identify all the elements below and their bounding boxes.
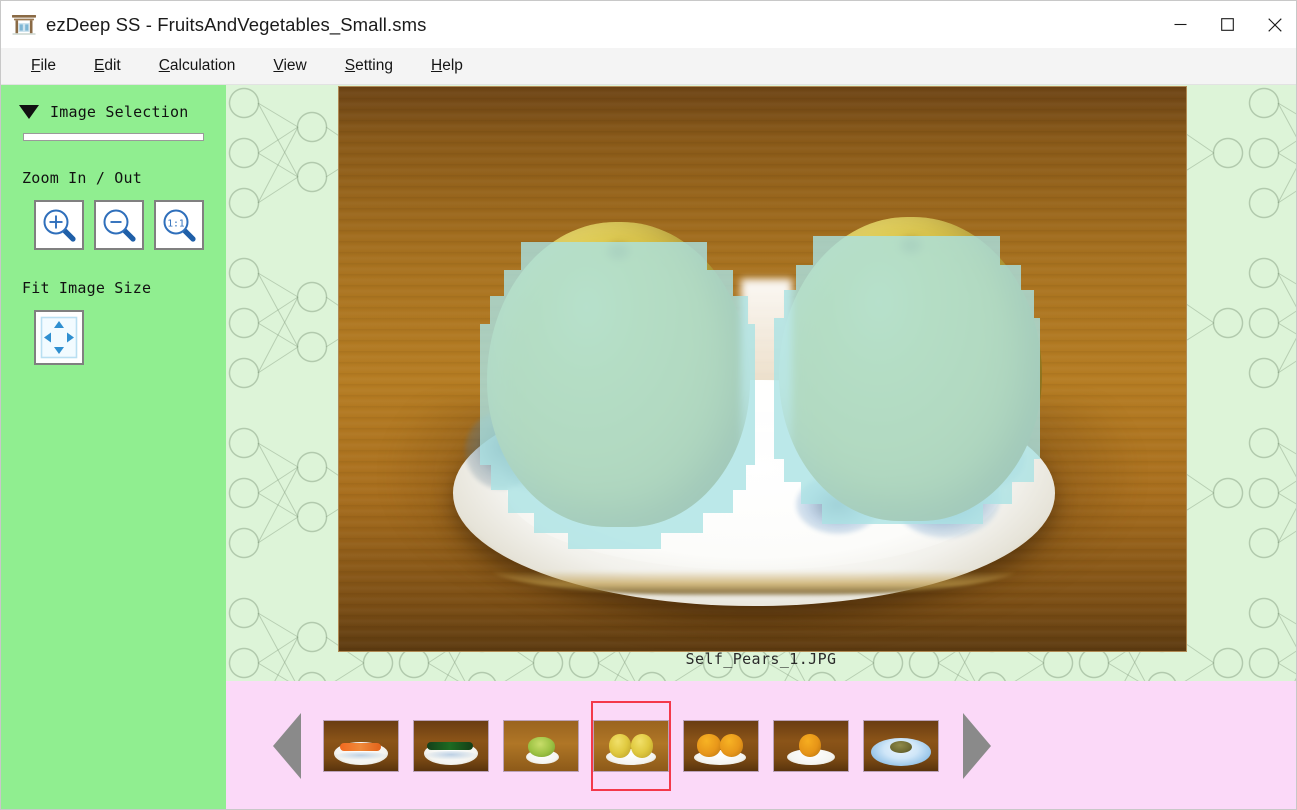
zoom-actual-size-button[interactable]: 1:1 [154,200,204,250]
plate-gold-rim [489,538,1019,597]
image-filename-caption: Self_Pears_1.JPG [685,650,837,668]
thumbnail-image [413,720,489,772]
thumbnail-lettuce[interactable] [501,701,581,791]
menu-item-edit[interactable]: Edit [80,54,135,78]
magnifier-minus-icon [103,209,136,242]
sidebar-separator [23,133,204,141]
svg-text:1:1: 1:1 [167,218,184,229]
magnifier-plus-icon [43,209,76,242]
menu-item-view[interactable]: View [259,54,320,78]
fit-image-size-button[interactable] [34,310,84,365]
triangle-right-icon[interactable] [963,713,991,779]
thumbnail-persimmon-single[interactable] [771,701,851,791]
image-canvas[interactable]: Self_Pears_1.JPG [226,85,1296,681]
maximize-icon [1221,18,1234,31]
image-selection-header[interactable]: Image Selection [19,103,226,121]
pear-left [487,222,750,527]
close-button[interactable] [1251,1,1296,48]
window-controls [1157,1,1296,48]
thumbnail-persimmons[interactable] [681,701,761,791]
plate-highlight [741,278,793,482]
thumbnail-filmstrip [226,681,1296,809]
four-arrows-expand-icon [40,316,78,359]
sidebar-bottom-fill [1,681,226,809]
image-selection-label: Image Selection [50,103,189,121]
pear-right [779,216,1042,522]
thumbnail-pears[interactable] [591,701,671,791]
application-window: ezDeep SS - FruitsAndVegetables_Small.sm… [0,0,1297,810]
close-icon [1267,17,1282,32]
minimize-button[interactable] [1157,1,1204,48]
menu-item-help[interactable]: Help [417,54,477,78]
thumbnail-image [323,720,399,772]
minimize-icon [1174,23,1187,26]
magnifier-one-to-one-icon: 1:1 [163,209,196,242]
thumbnail-image [773,720,849,772]
menu-item-calculation[interactable]: Calculation [145,54,250,78]
fit-image-size-label: Fit Image Size [22,279,152,297]
triangle-left-icon[interactable] [273,713,301,779]
pear-stem [605,240,632,262]
main-photo[interactable] [338,86,1187,652]
title-bar: ezDeep SS - FruitsAndVegetables_Small.sm… [1,1,1296,48]
pear-stem [897,234,924,257]
zoom-in-button[interactable] [34,200,84,250]
window-title: ezDeep SS - FruitsAndVegetables_Small.sm… [46,13,427,35]
menu-bar: File Edit Calculation View Setting Help [1,48,1296,85]
menu-item-setting[interactable]: Setting [331,54,407,78]
thumbnail-carrot[interactable] [321,701,401,791]
torii-gate-icon [12,14,36,35]
fit-button-row [34,310,226,365]
thumbnail-image [863,720,939,772]
thumbnail-kiwi[interactable] [861,701,941,791]
thumbnail-cucumber[interactable] [411,701,491,791]
thumbnail-list [321,701,941,791]
zoom-out-button[interactable] [94,200,144,250]
thumbnail-image [683,720,759,772]
thumbnail-image [593,720,669,772]
triangle-down-icon [19,105,39,119]
zoom-button-row: 1:1 [34,200,226,250]
menu-item-file[interactable]: File [17,54,70,78]
zoom-group-label: Zoom In / Out [22,169,142,187]
thumbnail-image [503,720,579,772]
maximize-button[interactable] [1204,1,1251,48]
